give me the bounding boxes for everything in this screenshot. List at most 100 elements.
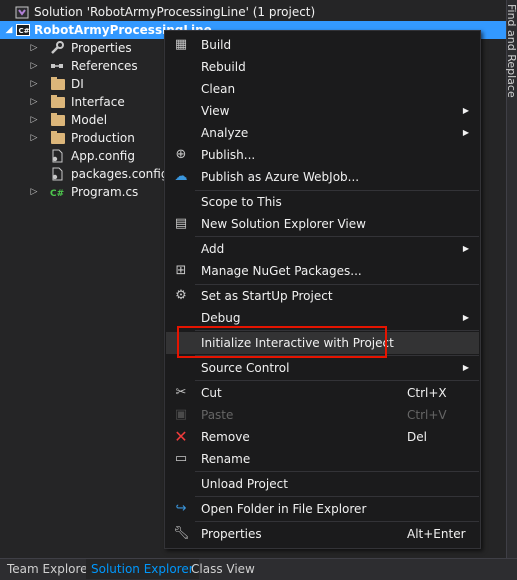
svg-text:C#: C# (50, 189, 64, 199)
expand-arrow-icon[interactable]: ▷ (29, 57, 39, 75)
menu-item-label: Manage NuGet Packages... (201, 264, 362, 278)
expand-arrow-icon[interactable]: ▷ (29, 93, 39, 111)
find-and-replace-side-tab[interactable]: Find and Replace (505, 0, 517, 558)
tab-solution-explorer[interactable]: Solution Explorer (86, 559, 199, 579)
submenu-arrow-icon: ▶ (462, 106, 469, 115)
side-tab-label: Find and Replace (505, 4, 517, 98)
expand-arrow-icon[interactable]: ▷ (29, 39, 39, 57)
csharp-project-icon: C# (16, 24, 30, 36)
tree-item-label: Model (71, 113, 108, 127)
menu-item-label: Add (201, 242, 225, 256)
menu-item-publish-azure[interactable]: ☁ Publish as Azure WebJob... (166, 166, 479, 188)
menu-item-analyze[interactable]: Analyze ▶ (166, 122, 479, 144)
menu-item-label: Source Control (201, 361, 290, 375)
menu-item-label: Rebuild (201, 60, 246, 74)
menu-item-nuget[interactable]: ⊞ Manage NuGet Packages... (166, 260, 479, 282)
menu-separator (195, 236, 479, 237)
folder-icon (51, 113, 65, 126)
tree-item-label: Production (71, 131, 135, 145)
menu-separator (195, 521, 479, 522)
menu-item-label: Unload Project (201, 477, 288, 491)
menu-item-remove[interactable]: ✕ Remove Del (166, 426, 479, 448)
wrench-icon (51, 41, 64, 54)
menu-item-paste: ▣ Paste Ctrl+V (166, 404, 479, 426)
nuget-package-icon: ⊞ (175, 263, 187, 278)
menu-item-label: Remove (201, 430, 250, 444)
menu-item-rebuild[interactable]: Rebuild (166, 56, 479, 78)
paste-icon: ▣ (174, 407, 188, 422)
config-file-icon (52, 167, 63, 181)
folder-icon (51, 95, 65, 108)
tree-item-label: DI (71, 77, 84, 91)
wrench-icon: 🔧︎ (173, 526, 190, 541)
menu-item-label: View (201, 104, 230, 118)
submenu-arrow-icon: ▶ (462, 128, 469, 137)
highlight-annotation-box (177, 326, 387, 358)
menu-item-new-view[interactable]: ▤ New Solution Explorer View (166, 213, 479, 235)
new-view-icon: ▤ (174, 216, 188, 231)
svg-text:C#: C# (19, 27, 30, 35)
shortcut-label: Del (407, 430, 427, 444)
expand-arrow-icon[interactable]: ▷ (29, 111, 39, 129)
tree-item-label: Interface (71, 95, 125, 109)
collapse-arrow-icon[interactable]: ◢ (4, 21, 14, 39)
remove-x-icon: ✕ (174, 427, 188, 446)
tab-team-explorer[interactable]: Team Explorer (2, 559, 98, 579)
csharp-file-icon: C# (50, 189, 64, 199)
menu-separator (195, 496, 479, 497)
azure-cloud-icon: ☁ (174, 169, 188, 184)
menu-item-label: Build (201, 38, 232, 52)
tree-item-label: App.config (71, 149, 135, 163)
tool-window-tabs: Team Explorer Solution Explorer Class Vi… (0, 558, 517, 580)
menu-item-scope[interactable]: Scope to This (166, 191, 479, 213)
menu-item-label: Rename (201, 452, 251, 466)
menu-item-unload[interactable]: Unload Project (166, 473, 479, 495)
menu-item-startup[interactable]: ⚙ Set as StartUp Project (166, 285, 479, 307)
menu-item-label: Properties (201, 527, 262, 541)
tree-item-label: Properties (71, 41, 132, 55)
menu-item-label: Analyze (201, 126, 249, 140)
shortcut-label: Alt+Enter (407, 527, 466, 541)
menu-item-label: Publish... (201, 148, 256, 162)
menu-item-publish[interactable]: ⊕ Publish... (166, 144, 479, 166)
gear-icon: ⚙ (175, 288, 187, 303)
menu-item-label: Scope to This (201, 195, 282, 209)
menu-item-label: New Solution Explorer View (201, 217, 366, 231)
menu-item-label: Set as StartUp Project (201, 289, 333, 303)
menu-item-label: Paste (201, 408, 234, 422)
menu-item-source-control[interactable]: Source Control ▶ (166, 357, 479, 379)
expand-arrow-icon[interactable]: ▷ (29, 129, 39, 147)
expand-arrow-icon[interactable]: ▷ (29, 183, 39, 201)
menu-item-rename[interactable]: ▭ Rename (166, 448, 479, 470)
menu-item-clean[interactable]: Clean (166, 78, 479, 100)
shortcut-label: Ctrl+V (407, 408, 447, 422)
build-icon: ▦ (174, 37, 188, 52)
submenu-arrow-icon: ▶ (462, 363, 469, 372)
menu-item-cut[interactable]: ✂ Cut Ctrl+X (166, 382, 479, 404)
open-folder-arrow-icon: ↪ (175, 501, 187, 516)
tree-item-label: References (71, 59, 138, 73)
tree-item-label: Program.cs (71, 185, 139, 199)
rename-icon: ▭ (174, 451, 188, 466)
references-icon (51, 64, 63, 68)
config-file-icon (52, 149, 63, 163)
tree-item-label: packages.config (71, 167, 169, 181)
solution-label: Solution 'RobotArmyProcessingLine' (1 pr… (34, 5, 316, 19)
expand-arrow-icon[interactable]: ▷ (29, 75, 39, 93)
menu-item-add[interactable]: Add ▶ (166, 238, 479, 260)
menu-item-label: Clean (201, 82, 236, 96)
tab-class-view[interactable]: Class View (186, 559, 260, 579)
menu-item-open-folder[interactable]: ↪ Open Folder in File Explorer (166, 498, 479, 520)
menu-item-build[interactable]: ▦ Build (166, 34, 479, 56)
tree-row-solution[interactable]: Solution 'RobotArmyProcessingLine' (1 pr… (0, 3, 506, 21)
submenu-arrow-icon: ▶ (462, 313, 469, 322)
shortcut-label: Ctrl+X (407, 386, 447, 400)
menu-separator (195, 380, 479, 381)
menu-item-view[interactable]: View ▶ (166, 100, 479, 122)
scissors-icon: ✂ (175, 385, 187, 400)
menu-separator (195, 471, 479, 472)
menu-item-label: Cut (201, 386, 222, 400)
globe-icon: ⊕ (175, 147, 187, 162)
menu-item-properties[interactable]: 🔧︎ Properties Alt+Enter (166, 523, 479, 545)
context-menu: ▦ Build Rebuild Clean View ▶ Analyze ▶ ⊕… (164, 30, 481, 549)
